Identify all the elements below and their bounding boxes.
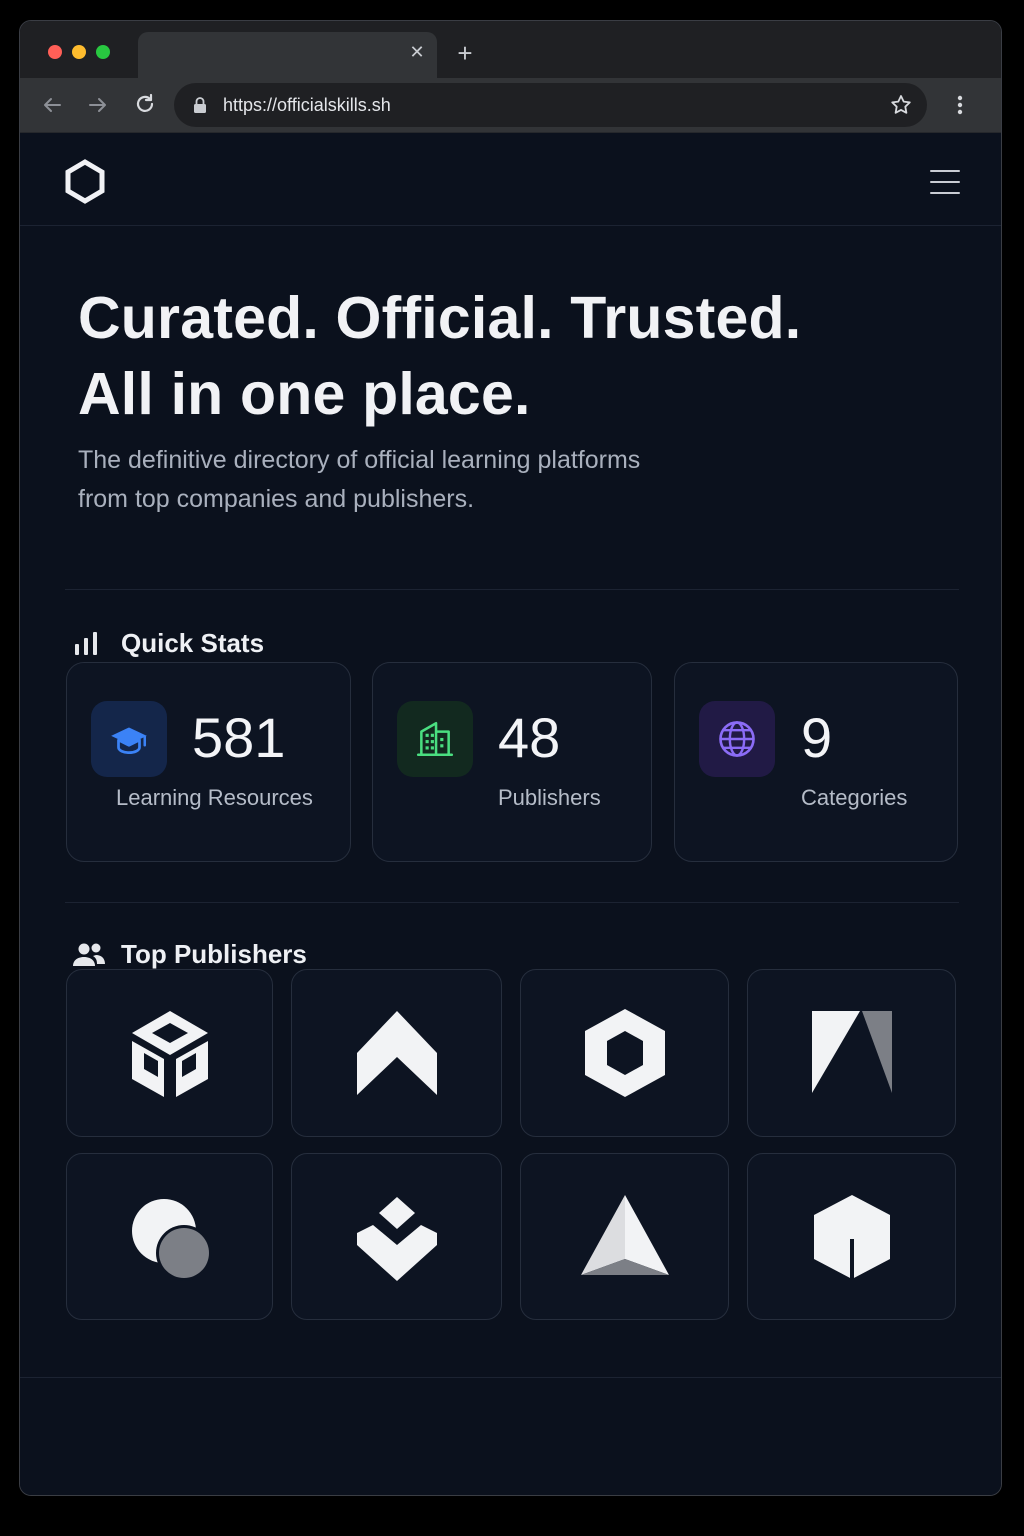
address-bar[interactable]: https://officialskills.sh [174,83,927,127]
tab-bar: ✕ + [20,21,1001,78]
top-publishers-heading: Top Publishers [72,939,307,970]
publisher-card[interactable] [66,1153,273,1320]
page-content: Curated. Official. Trusted. All in one p… [20,134,1001,1495]
overlapping-circles-logo [131,1198,212,1281]
cube-logo [131,1011,208,1097]
maximize-window-button[interactable] [96,45,110,59]
plus-icon[interactable]: + [452,40,478,67]
building-icon [397,701,473,777]
hero-title-line1: Curated. Official. Trusted. [78,285,802,351]
url-text: https://officialskills.sh [223,95,391,115]
footer-divider [20,1377,1001,1378]
publisher-card[interactable] [291,969,502,1137]
browser-window: ✕ + https://officialskills.sh Curated. O… [19,20,1002,1496]
hamburger-menu-icon[interactable] [930,170,960,194]
users-icon [73,943,105,966]
pyramid-logo [580,1194,669,1275]
graduation-cap-icon [91,701,167,777]
site-header [20,134,1001,226]
close-icon[interactable]: ✕ [407,42,427,62]
forward-arrow-icon[interactable] [84,91,112,119]
stat-label: Categories [801,785,908,810]
hero-subtitle: The definitive directory of official lea… [78,441,718,519]
bookmark-star-icon[interactable] [889,93,913,117]
publisher-card[interactable] [747,1153,956,1320]
hexagon-logo-icon[interactable] [62,158,108,204]
stat-card-learning-resources[interactable]: 581 Learning Resources [66,662,351,862]
hexagon-logo [584,1009,665,1097]
stat-value: 9 [801,706,833,769]
stat-value: 48 [498,706,561,769]
browser-tab[interactable]: ✕ [138,32,437,78]
publisher-card[interactable] [291,1153,502,1320]
publisher-card[interactable] [520,969,729,1137]
divider [65,902,959,903]
chevron-up-logo [356,1011,437,1095]
kebab-menu-icon[interactable] [948,91,972,119]
stacked-chevron-logo [356,1196,437,1281]
publisher-card[interactable] [520,1153,729,1320]
window-controls [48,45,110,59]
hero-subtitle-line2: from top companies and publishers. [78,485,475,513]
divider [65,589,959,590]
top-publishers-title: Top Publishers [121,939,307,969]
globe-icon [699,701,775,777]
hero-title: Curated. Official. Trusted. All in one p… [78,280,878,432]
back-arrow-icon[interactable] [38,91,66,119]
minimize-window-button[interactable] [72,45,86,59]
close-window-button[interactable] [48,45,62,59]
stat-label: Publishers [498,785,601,810]
bar-chart-icon [75,631,97,655]
hero-title-line2: All in one place. [78,361,531,427]
browser-toolbar: https://officialskills.sh [20,78,1001,133]
stat-value: 581 [192,706,286,769]
publisher-card[interactable] [66,969,273,1137]
stat-label: Learning Resources [116,785,313,810]
corner-triangle-logo [811,1011,892,1093]
stat-card-categories[interactable]: 9 Categories [674,662,958,862]
stat-card-publishers[interactable]: 48 Publishers [372,662,652,862]
reload-icon[interactable] [131,91,159,119]
hero-subtitle-line1: The definitive directory of official lea… [78,446,641,474]
quick-stats-heading: Quick Stats [72,628,264,659]
quick-stats-title: Quick Stats [121,628,265,658]
lock-icon [194,97,206,113]
split-hexagon-logo [813,1194,890,1279]
publisher-card[interactable] [747,969,956,1137]
